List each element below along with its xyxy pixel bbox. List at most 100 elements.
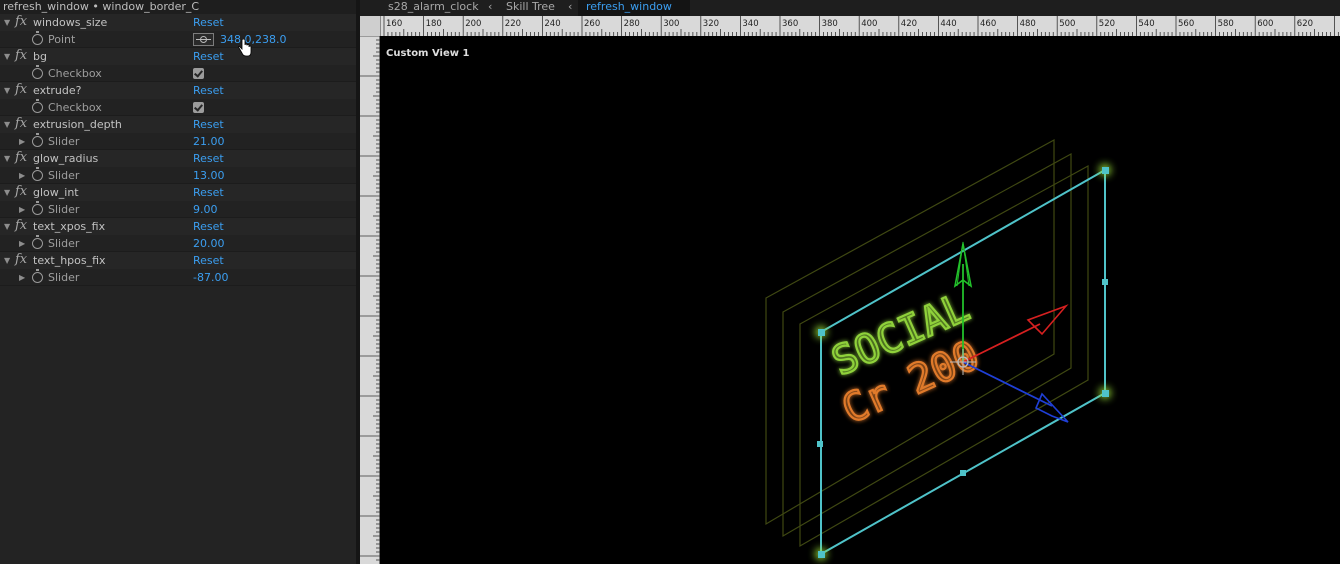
param-row-glow-int: ▶ Slider 9.00 — [0, 201, 356, 218]
effect-name: windows_size — [33, 16, 108, 29]
effect-name: glow_radius — [33, 152, 99, 165]
param-label: Point — [48, 33, 76, 46]
effect-row-text-xpos-fix[interactable]: ▼ fx text_xpos_fix Reset — [0, 218, 356, 235]
ruler-tick-label: 280 — [624, 19, 640, 29]
effect-row-windows-size[interactable]: ▼ fx windows_size Reset — [0, 14, 356, 31]
reset-button[interactable]: Reset — [193, 252, 224, 269]
fx-toggle-icon[interactable]: fx — [15, 149, 27, 166]
effect-name: bg — [33, 50, 47, 63]
ruler-tick-label: 380 — [822, 19, 838, 29]
tab-label: refresh_window — [586, 0, 672, 13]
fx-toggle-icon[interactable]: fx — [15, 217, 27, 234]
effect-row-text-hpos-fix[interactable]: ▼ fx text_hpos_fix Reset — [0, 252, 356, 269]
effect-row-glow-int[interactable]: ▼ fx glow_int Reset — [0, 184, 356, 201]
stopwatch-icon[interactable] — [32, 31, 43, 45]
reset-button[interactable]: Reset — [193, 184, 224, 201]
twirl-down-icon[interactable]: ▼ — [4, 218, 10, 235]
chevron-left-icon[interactable]: ‹ — [488, 0, 492, 16]
slider-value[interactable]: 20.00 — [193, 235, 225, 252]
fx-toggle-icon[interactable]: fx — [15, 81, 27, 98]
ruler-tick-label: 600 — [1257, 19, 1273, 29]
tab-skill-tree[interactable]: Skill Tree — [506, 0, 568, 16]
3d-scene-canvas[interactable]: SOCIAL Cr 200 — [380, 36, 1340, 564]
twirl-down-icon[interactable]: ▼ — [4, 14, 10, 31]
effect-name: extrude? — [33, 84, 82, 97]
reset-button[interactable]: Reset — [193, 82, 224, 99]
param-row-text-xpos-fix: ▶ Slider 20.00 — [0, 235, 356, 252]
stopwatch-icon[interactable] — [32, 269, 43, 283]
param-label: Checkbox — [48, 101, 102, 114]
reset-button[interactable]: Reset — [193, 150, 224, 167]
ruler-tick-label: 440 — [940, 19, 956, 29]
fx-toggle-icon[interactable]: fx — [15, 13, 27, 30]
twirl-right-icon[interactable]: ▶ — [19, 235, 25, 252]
twirl-down-icon[interactable]: ▼ — [4, 252, 10, 269]
ruler-tick-label: 160 — [386, 19, 402, 29]
horizontal-ruler[interactable]: 160 180 200 220 240 260 280 300 320 340 360 380 400 4… — [380, 16, 1340, 36]
checkbox[interactable] — [193, 102, 204, 113]
fx-toggle-icon[interactable]: fx — [15, 251, 27, 268]
param-label: Checkbox — [48, 67, 102, 80]
reset-button[interactable]: Reset — [193, 14, 224, 31]
composition-viewer[interactable]: s28_alarm_clock ‹ Skill Tree ‹ refresh_w… — [360, 0, 1340, 564]
3d-axis-gizmo[interactable] — [950, 241, 1069, 423]
ruler-tick-label: 260 — [584, 19, 600, 29]
point-target-icon[interactable] — [193, 33, 214, 46]
twirl-down-icon[interactable]: ▼ — [4, 150, 10, 167]
fx-toggle-icon[interactable]: fx — [15, 115, 27, 132]
param-label: Slider — [48, 237, 80, 250]
param-label: Slider — [48, 169, 80, 182]
twirl-right-icon[interactable]: ▶ — [19, 133, 25, 150]
param-row-bg: Checkbox — [0, 65, 356, 82]
effect-name: text_xpos_fix — [33, 220, 106, 233]
effect-row-extrude[interactable]: ▼ fx extrude? Reset — [0, 82, 356, 99]
reset-button[interactable]: Reset — [193, 116, 224, 133]
vertical-ruler[interactable] — [360, 36, 380, 564]
effect-controls-title: refresh_window • window_border_C — [0, 0, 356, 14]
slider-value[interactable]: -87.00 — [193, 269, 228, 286]
stopwatch-icon[interactable] — [32, 235, 43, 249]
ruler-tick-label: 220 — [505, 19, 521, 29]
slider-value[interactable]: 21.00 — [193, 133, 225, 150]
effect-row-extrusion-depth[interactable]: ▼ fx extrusion_depth Reset — [0, 116, 356, 133]
slider-value[interactable]: 13.00 — [193, 167, 225, 184]
chevron-left-icon[interactable]: ‹ — [568, 0, 572, 16]
effect-name: text_hpos_fix — [33, 254, 106, 267]
ruler-tick-label: 320 — [703, 19, 719, 29]
viewer-tab-bar: s28_alarm_clock ‹ Skill Tree ‹ refresh_w… — [360, 0, 1340, 16]
ruler-tick-label: 520 — [1099, 19, 1115, 29]
twirl-down-icon[interactable]: ▼ — [4, 82, 10, 99]
param-label: Slider — [48, 271, 80, 284]
ruler-tick-label: 340 — [742, 19, 758, 29]
reset-button[interactable]: Reset — [193, 48, 224, 65]
stopwatch-icon[interactable] — [32, 133, 43, 147]
ruler-origin[interactable] — [360, 16, 380, 36]
effect-row-glow-radius[interactable]: ▼ fx glow_radius Reset — [0, 150, 356, 167]
checkbox[interactable] — [193, 68, 204, 79]
twirl-right-icon[interactable]: ▶ — [19, 167, 25, 184]
param-label: Slider — [48, 203, 80, 216]
twirl-down-icon[interactable]: ▼ — [4, 184, 10, 201]
param-label: Slider — [48, 135, 80, 148]
tab-s28-alarm-clock[interactable]: s28_alarm_clock — [388, 0, 498, 16]
ruler-tick-label: 580 — [1218, 19, 1234, 29]
effects-list: ▼ fx windows_size Reset Point 348.0,238.0 ▼ fx b… — [0, 14, 356, 286]
ruler-tick-label: 620 — [1297, 19, 1313, 29]
reset-button[interactable]: Reset — [193, 218, 224, 235]
point-value[interactable]: 348.0,238.0 — [220, 31, 286, 48]
tab-refresh-window[interactable]: refresh_window — [578, 0, 690, 16]
stopwatch-icon[interactable] — [32, 167, 43, 181]
fx-toggle-icon[interactable]: fx — [15, 47, 27, 64]
stopwatch-icon[interactable] — [32, 65, 43, 79]
slider-value[interactable]: 9.00 — [193, 201, 218, 218]
fx-toggle-icon[interactable]: fx — [15, 183, 27, 200]
twirl-down-icon[interactable]: ▼ — [4, 116, 10, 133]
twirl-right-icon[interactable]: ▶ — [19, 269, 25, 286]
twirl-down-icon[interactable]: ▼ — [4, 48, 10, 65]
twirl-right-icon[interactable]: ▶ — [19, 201, 25, 218]
effect-row-bg[interactable]: ▼ fx bg Reset — [0, 48, 356, 65]
stopwatch-icon[interactable] — [32, 99, 43, 113]
ruler-tick-label: 460 — [980, 19, 996, 29]
stopwatch-icon[interactable] — [32, 201, 43, 215]
ruler-tick-label: 360 — [782, 19, 798, 29]
